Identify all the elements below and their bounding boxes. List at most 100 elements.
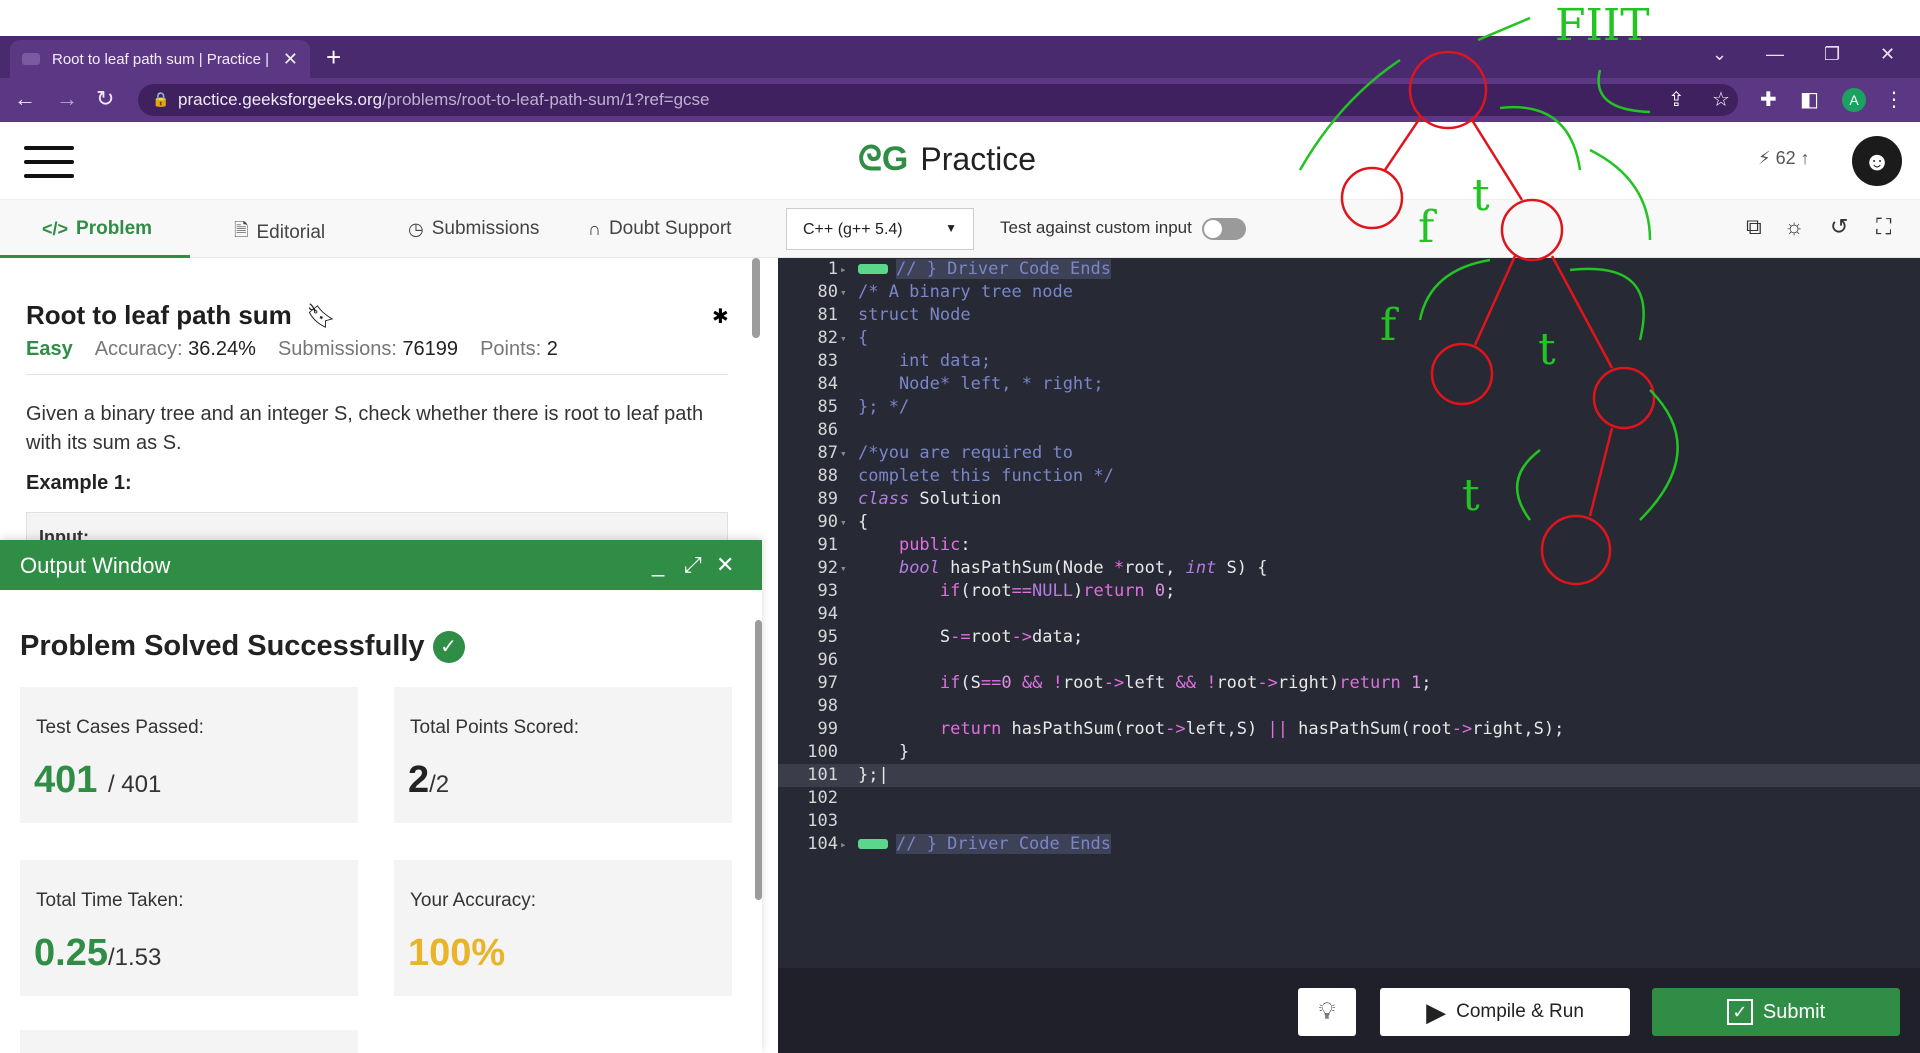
problem-meta: Easy Accuracy: 36.24% Submissions: 76199 Po… xyxy=(26,338,558,361)
code-line: 96 xyxy=(817,650,838,670)
gfg-favicon-icon xyxy=(22,53,40,65)
problem-description: Given a binary tree and an integer S, ch… xyxy=(26,403,704,454)
accuracy-card: Your Accuracy: 100% xyxy=(394,860,732,996)
folded-code-icon[interactable] xyxy=(858,839,888,849)
your-accuracy-label: Your Accuracy: xyxy=(410,890,537,911)
tests-passed-label: Test Cases Passed: xyxy=(36,717,204,738)
hamburger-menu-icon[interactable] xyxy=(24,146,74,178)
tests-total: / 401 xyxy=(107,771,162,798)
back-icon[interactable]: ← xyxy=(14,86,36,112)
code-line: 84 Node* left, * right; xyxy=(817,374,1104,394)
streak-counter[interactable]: ⚡ 62 ↑ xyxy=(1758,148,1810,169)
address-bar-row: ← → ↻ 🔒 practice.geeksforgeeks.org/probl… xyxy=(0,78,1920,122)
folded-code-icon[interactable] xyxy=(858,264,888,274)
code-line: 100 } xyxy=(807,742,910,762)
clock-icon: ◷ xyxy=(408,218,424,239)
browser-tab-bar: Root to leaf path sum | Practice | ✕ + ⌄… xyxy=(0,36,1920,78)
close-output-icon[interactable]: ✕ xyxy=(716,552,734,578)
check-circle-icon: ✓ xyxy=(432,630,465,663)
copy-icon[interactable]: ⧉ xyxy=(1746,214,1762,240)
language-value: C++ (g++ 5.4) xyxy=(803,221,903,238)
accuracy-label: Accuracy: xyxy=(94,338,183,360)
theme-sun-icon[interactable]: ☼ xyxy=(1784,214,1804,240)
time-taken-number: 0.25 xyxy=(34,932,108,974)
screen-top-strip xyxy=(0,0,1920,36)
problem-title: Root to leaf path sum xyxy=(26,300,292,330)
code-line: 91 public: xyxy=(817,535,971,555)
tab-doubt-support[interactable]: ∩ Doubt Support xyxy=(588,218,731,240)
code-line: 95 S-=root->data; xyxy=(817,627,1084,647)
report-bug-icon[interactable]: ✱ xyxy=(712,304,729,329)
code-line: 102 xyxy=(807,788,838,808)
time-taken-value: 0.25/1.53 xyxy=(34,932,161,975)
reload-icon[interactable]: ↻ xyxy=(96,86,114,112)
tab-submissions[interactable]: ◷ Submissions xyxy=(408,218,539,240)
extensions-icon[interactable]: ✚ xyxy=(1760,87,1777,112)
next-card xyxy=(20,1030,358,1053)
bookmark-star-icon[interactable]: ☆ xyxy=(1712,87,1730,112)
expand-output-icon[interactable]: ⤢ xyxy=(684,552,702,578)
checkbox-icon: ✓ xyxy=(1726,999,1753,1025)
gfg-logo[interactable]: ᘓG Practice xyxy=(858,140,1036,179)
url-host: practice.geeksforgeeks.org xyxy=(178,90,383,109)
problem-tabs-row: </> Problem 🗎 Editorial ◷ Submissions ∩ Doub… xyxy=(0,200,1920,258)
user-avatar-icon[interactable]: ☻ xyxy=(1852,136,1902,186)
fullscreen-icon[interactable]: ⛶ xyxy=(1876,214,1891,240)
tab-editorial[interactable]: 🗎 Editorial xyxy=(234,218,325,248)
code-line-current: 101};| xyxy=(778,764,1920,787)
streak-value: 62 xyxy=(1775,148,1796,168)
browser-tab-title: Root to leaf path sum | Practice | xyxy=(52,50,270,68)
browser-menu-icon[interactable]: ⋮ xyxy=(1884,87,1904,112)
code-line: 103 xyxy=(807,811,838,831)
close-window-icon[interactable]: ✕ xyxy=(1880,44,1895,65)
side-panel-icon[interactable]: ◧ xyxy=(1800,87,1819,112)
code-line: 98 xyxy=(817,696,838,716)
hint-bulb-icon[interactable]: 💡︎ xyxy=(1298,988,1356,1036)
language-select[interactable]: C++ (g++ 5.4) ▼ xyxy=(786,208,974,250)
points-value: 2 xyxy=(546,338,558,360)
tests-passed-number: 401 xyxy=(34,759,98,801)
code-line: 82 ▾{ xyxy=(817,328,869,348)
points-scored-value: 2/2 xyxy=(408,759,449,802)
code-line: 94 xyxy=(817,604,838,624)
accuracy-value: 36.24% xyxy=(188,338,256,360)
code-line: 87 ▾/*you are required to xyxy=(817,443,1073,463)
solved-status: Problem Solved Successfully ✓ xyxy=(20,630,465,663)
browser-tab[interactable]: Root to leaf path sum | Practice | ✕ xyxy=(10,40,310,78)
tests-passed-value: 401 / 401 xyxy=(34,759,161,802)
forward-icon[interactable]: → xyxy=(56,86,78,112)
code-line: 104 ▸// } Driver Code Ends xyxy=(807,834,1111,854)
code-line: 85}; */ xyxy=(817,397,910,417)
url-input[interactable]: 🔒 practice.geeksforgeeks.org/problems/ro… xyxy=(138,84,1738,116)
output-window: Output Window _ ⤢ ✕ Problem Solved Succe… xyxy=(0,540,762,1053)
minimize-output-icon[interactable]: _ xyxy=(652,552,664,578)
tab-search-icon[interactable]: ⌄ xyxy=(1712,44,1727,65)
difficulty-badge: Easy xyxy=(26,338,73,360)
points-scored-number: 2 xyxy=(408,759,430,801)
reset-code-icon[interactable]: ↺ xyxy=(1830,214,1848,240)
caret-down-icon: ▼ xyxy=(945,221,957,235)
output-scrollbar[interactable] xyxy=(755,620,762,900)
tab-problem[interactable]: </> Problem xyxy=(42,218,152,240)
close-tab-icon[interactable]: ✕ xyxy=(283,49,298,70)
share-icon[interactable]: ⇪ xyxy=(1668,87,1685,112)
driver-code-comment: // } Driver Code Ends xyxy=(896,259,1111,279)
gfg-logo-icon: ᘓG xyxy=(858,140,909,178)
restore-icon[interactable]: ❐ xyxy=(1824,44,1840,65)
code-line: 80 ▾/* A binary tree node xyxy=(817,282,1073,302)
divider xyxy=(26,374,728,375)
time-limit: /1.53 xyxy=(107,944,162,971)
compile-run-button[interactable]: ▶ Compile & Run xyxy=(1380,988,1630,1036)
code-line: 81 struct Node xyxy=(817,305,971,325)
bookmark-icon[interactable]: 🔖︎ xyxy=(306,302,336,331)
submit-button[interactable]: ✓ Submit xyxy=(1652,988,1900,1036)
code-editor[interactable]: 1 ▸// } Driver Code Ends 80 ▾/* A binary t… xyxy=(778,258,1920,968)
play-icon: ▶ xyxy=(1426,996,1447,1027)
problem-scrollbar[interactable] xyxy=(752,258,760,338)
browser-profile-avatar[interactable]: A xyxy=(1842,88,1866,112)
new-tab-icon[interactable]: + xyxy=(326,42,341,73)
custom-input-toggle[interactable] xyxy=(1202,218,1246,240)
code-line: 99 return hasPathSum(root->left,S) || ha… xyxy=(817,719,1565,739)
minimize-icon[interactable]: — xyxy=(1766,44,1784,65)
code-line: 93 if(root==NULL)return 0; xyxy=(817,581,1176,601)
